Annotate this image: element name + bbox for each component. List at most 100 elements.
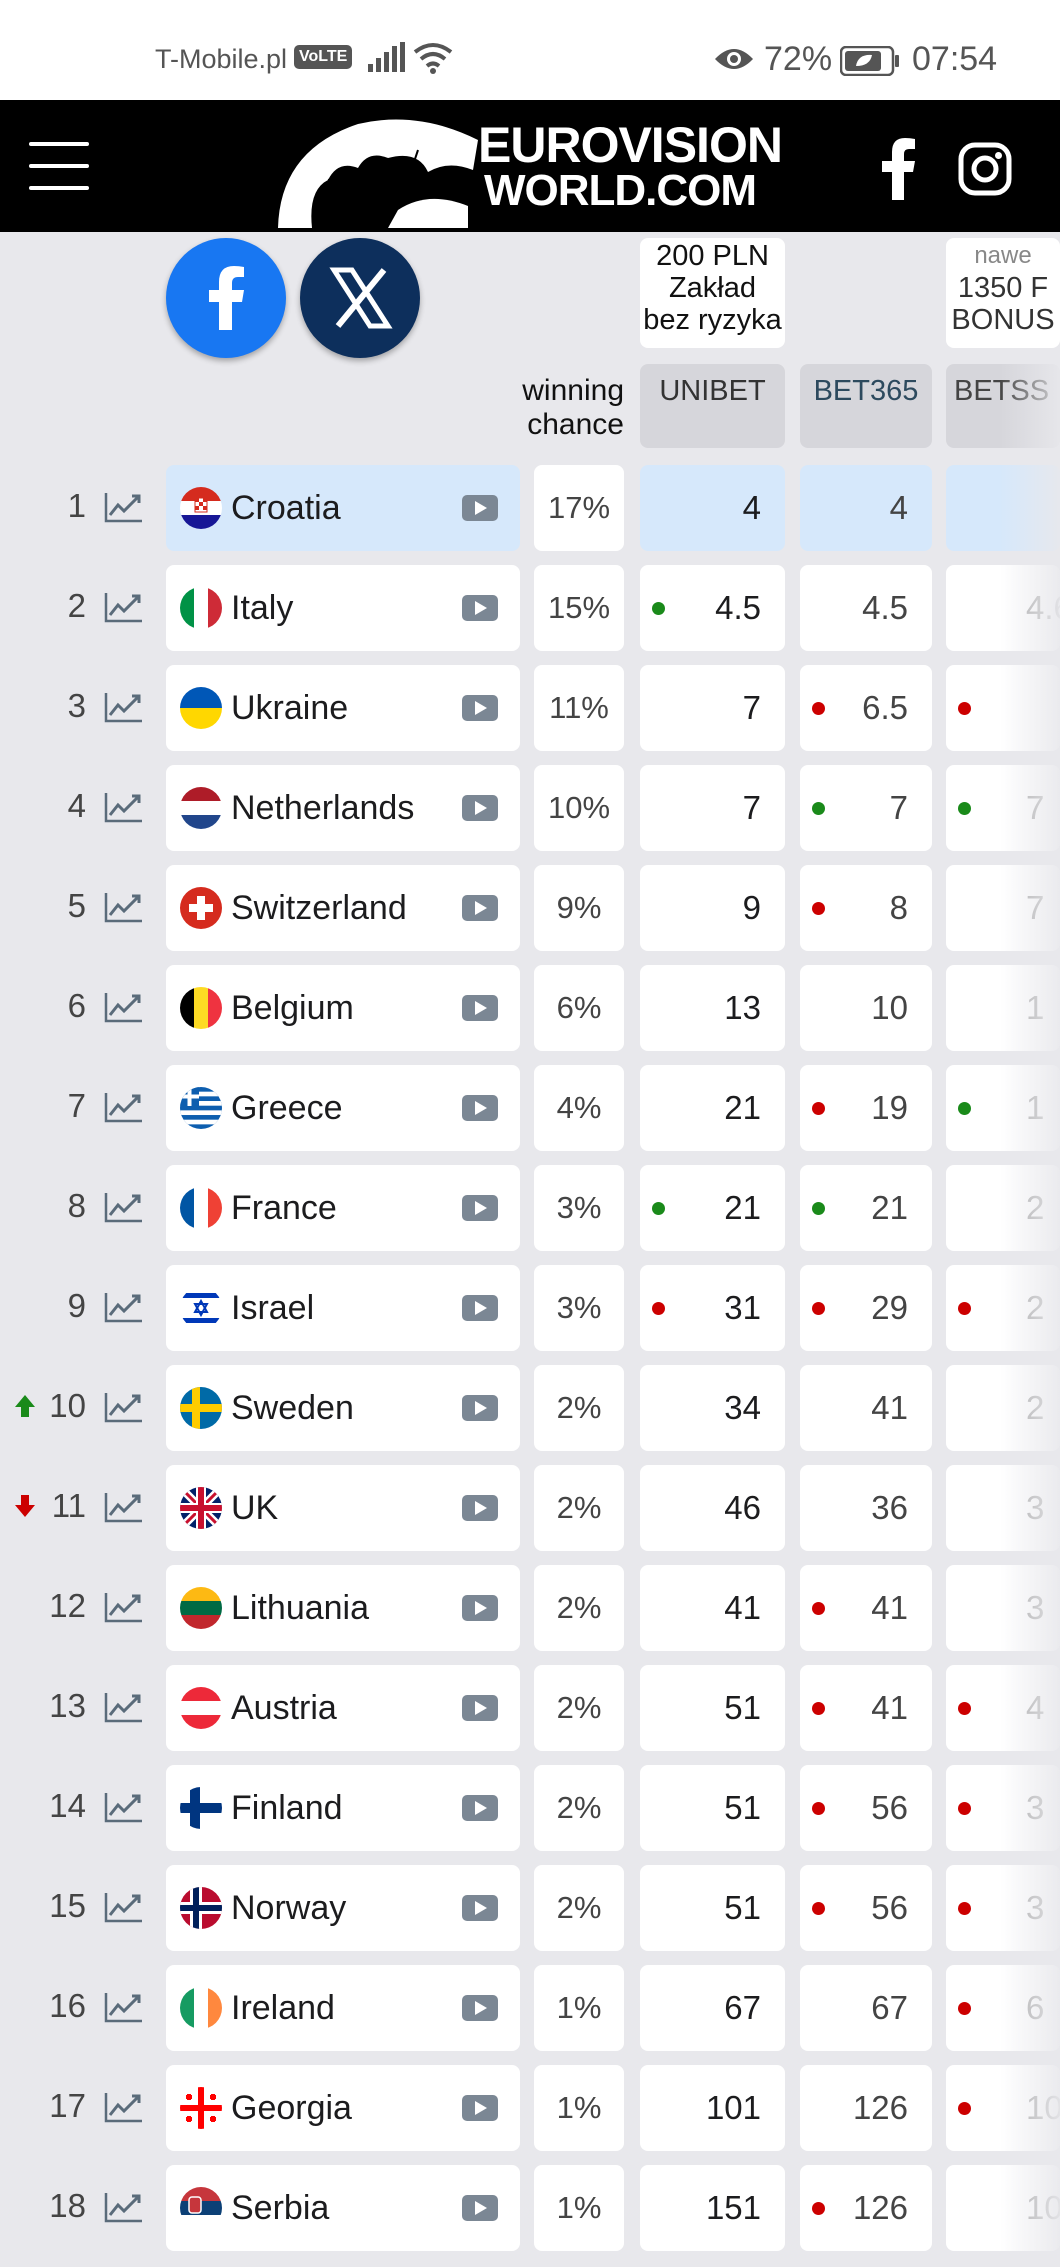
bet365-odds[interactable]: 67 (800, 1965, 932, 2051)
trend-chart-icon[interactable] (104, 2191, 144, 2228)
unibet-odds[interactable]: 21 (640, 1165, 785, 1251)
bet365-odds[interactable]: 19 (800, 1065, 932, 1151)
betsson-odds[interactable]: 7 (946, 765, 1060, 851)
unibet-odds[interactable]: 51 (640, 1865, 785, 1951)
trend-chart-icon[interactable] (104, 1291, 144, 1328)
video-play-icon[interactable] (462, 2195, 498, 2226)
bet365-odds[interactable]: 41 (800, 1365, 932, 1451)
unibet-odds[interactable]: 67 (640, 1965, 785, 2051)
share-facebook-button[interactable] (166, 238, 286, 358)
country-link[interactable]: Belgium (166, 965, 520, 1051)
unibet-odds[interactable]: 101 (640, 2065, 785, 2151)
unibet-odds[interactable]: 4 (640, 465, 785, 551)
bet365-odds[interactable]: 29 (800, 1265, 932, 1351)
bet365-odds[interactable]: 4.5 (800, 565, 932, 651)
trend-chart-icon[interactable] (104, 891, 144, 928)
betsson-header[interactable]: BETSS (946, 364, 1060, 448)
country-link[interactable]: Finland (166, 1765, 520, 1851)
unibet-promo[interactable]: 200 PLN Zakład bez ryzyka (640, 238, 785, 348)
unibet-odds[interactable]: 46 (640, 1465, 785, 1551)
betsson-odds[interactable]: 6 (946, 1965, 1060, 2051)
country-link[interactable]: Serbia (166, 2165, 520, 2251)
unibet-odds[interactable]: 4.5 (640, 565, 785, 651)
video-play-icon[interactable] (462, 1695, 498, 1726)
bet365-odds[interactable]: 7 (800, 765, 932, 851)
video-play-icon[interactable] (462, 1095, 498, 1126)
video-play-icon[interactable] (462, 1195, 498, 1226)
facebook-icon[interactable] (880, 138, 916, 200)
betsson-odds[interactable]: 1 (946, 1065, 1060, 1151)
country-link[interactable]: Croatia (166, 465, 520, 551)
video-play-icon[interactable] (462, 1995, 498, 2026)
country-link[interactable]: Sweden (166, 1365, 520, 1451)
trend-chart-icon[interactable] (104, 1391, 144, 1428)
unibet-header[interactable]: UNIBET (640, 364, 785, 448)
trend-chart-icon[interactable] (104, 1691, 144, 1728)
betsson-odds[interactable]: 2 (946, 1165, 1060, 1251)
betsson-odds[interactable]: 2 (946, 1265, 1060, 1351)
country-link[interactable]: Ukraine (166, 665, 520, 751)
trend-chart-icon[interactable] (104, 791, 144, 828)
betsson-odds[interactable] (946, 465, 1060, 551)
bet365-odds[interactable]: 56 (800, 1765, 932, 1851)
bet365-odds[interactable]: 36 (800, 1465, 932, 1551)
betsson-odds[interactable]: 7 (946, 865, 1060, 951)
trend-chart-icon[interactable] (104, 1591, 144, 1628)
unibet-odds[interactable]: 41 (640, 1565, 785, 1651)
country-link[interactable]: Switzerland (166, 865, 520, 951)
unibet-odds[interactable]: 151 (640, 2165, 785, 2251)
bet365-odds[interactable]: 21 (800, 1165, 932, 1251)
unibet-odds[interactable]: 51 (640, 1765, 785, 1851)
video-play-icon[interactable] (462, 1295, 498, 1326)
betsson-odds[interactable]: 4 (946, 1665, 1060, 1751)
trend-chart-icon[interactable] (104, 1191, 144, 1228)
bet365-odds[interactable]: 41 (800, 1665, 932, 1751)
video-play-icon[interactable] (462, 995, 498, 1026)
trend-chart-icon[interactable] (104, 1091, 144, 1128)
video-play-icon[interactable] (462, 1895, 498, 1926)
instagram-icon[interactable] (958, 142, 1012, 196)
unibet-odds[interactable]: 9 (640, 865, 785, 951)
video-play-icon[interactable] (462, 495, 498, 526)
trend-chart-icon[interactable] (104, 1991, 144, 2028)
bet365-odds[interactable]: 10 (800, 965, 932, 1051)
betsson-odds[interactable]: 10 (946, 2065, 1060, 2151)
betsson-odds[interactable]: 3 (946, 1565, 1060, 1651)
unibet-odds[interactable]: 13 (640, 965, 785, 1051)
bet365-odds[interactable]: 56 (800, 1865, 932, 1951)
betsson-promo[interactable]: nawe 1350 F BONUS (946, 238, 1060, 348)
betsson-odds[interactable]: 4.6 (946, 565, 1060, 651)
video-play-icon[interactable] (462, 2095, 498, 2126)
trend-chart-icon[interactable] (104, 491, 144, 528)
unibet-odds[interactable]: 51 (640, 1665, 785, 1751)
country-link[interactable]: Ireland (166, 1965, 520, 2051)
country-link[interactable]: Lithuania (166, 1565, 520, 1651)
betsson-odds[interactable]: 10 (946, 2165, 1060, 2251)
video-play-icon[interactable] (462, 1495, 498, 1526)
video-play-icon[interactable] (462, 1395, 498, 1426)
betsson-odds[interactable]: 3 (946, 1865, 1060, 1951)
bet365-odds[interactable]: 126 (800, 2165, 932, 2251)
video-play-icon[interactable] (462, 895, 498, 926)
betsson-odds[interactable] (946, 665, 1060, 751)
bet365-odds[interactable]: 8 (800, 865, 932, 951)
video-play-icon[interactable] (462, 1795, 498, 1826)
trend-chart-icon[interactable] (104, 1791, 144, 1828)
trend-chart-icon[interactable] (104, 1891, 144, 1928)
menu-icon[interactable] (29, 142, 89, 190)
bet365-odds[interactable]: 126 (800, 2065, 932, 2151)
share-x-button[interactable] (300, 238, 420, 358)
bet365-odds[interactable]: 6.5 (800, 665, 932, 751)
unibet-odds[interactable]: 34 (640, 1365, 785, 1451)
country-link[interactable]: Italy (166, 565, 520, 651)
country-link[interactable]: Netherlands (166, 765, 520, 851)
bet365-odds[interactable]: 41 (800, 1565, 932, 1651)
country-link[interactable]: Austria (166, 1665, 520, 1751)
country-link[interactable]: UK (166, 1465, 520, 1551)
unibet-odds[interactable]: 7 (640, 665, 785, 751)
trend-chart-icon[interactable] (104, 2091, 144, 2128)
betsson-odds[interactable]: 3 (946, 1465, 1060, 1551)
trend-chart-icon[interactable] (104, 991, 144, 1028)
betsson-odds[interactable]: 3 (946, 1765, 1060, 1851)
bet365-header[interactable]: BET365 (800, 364, 932, 448)
